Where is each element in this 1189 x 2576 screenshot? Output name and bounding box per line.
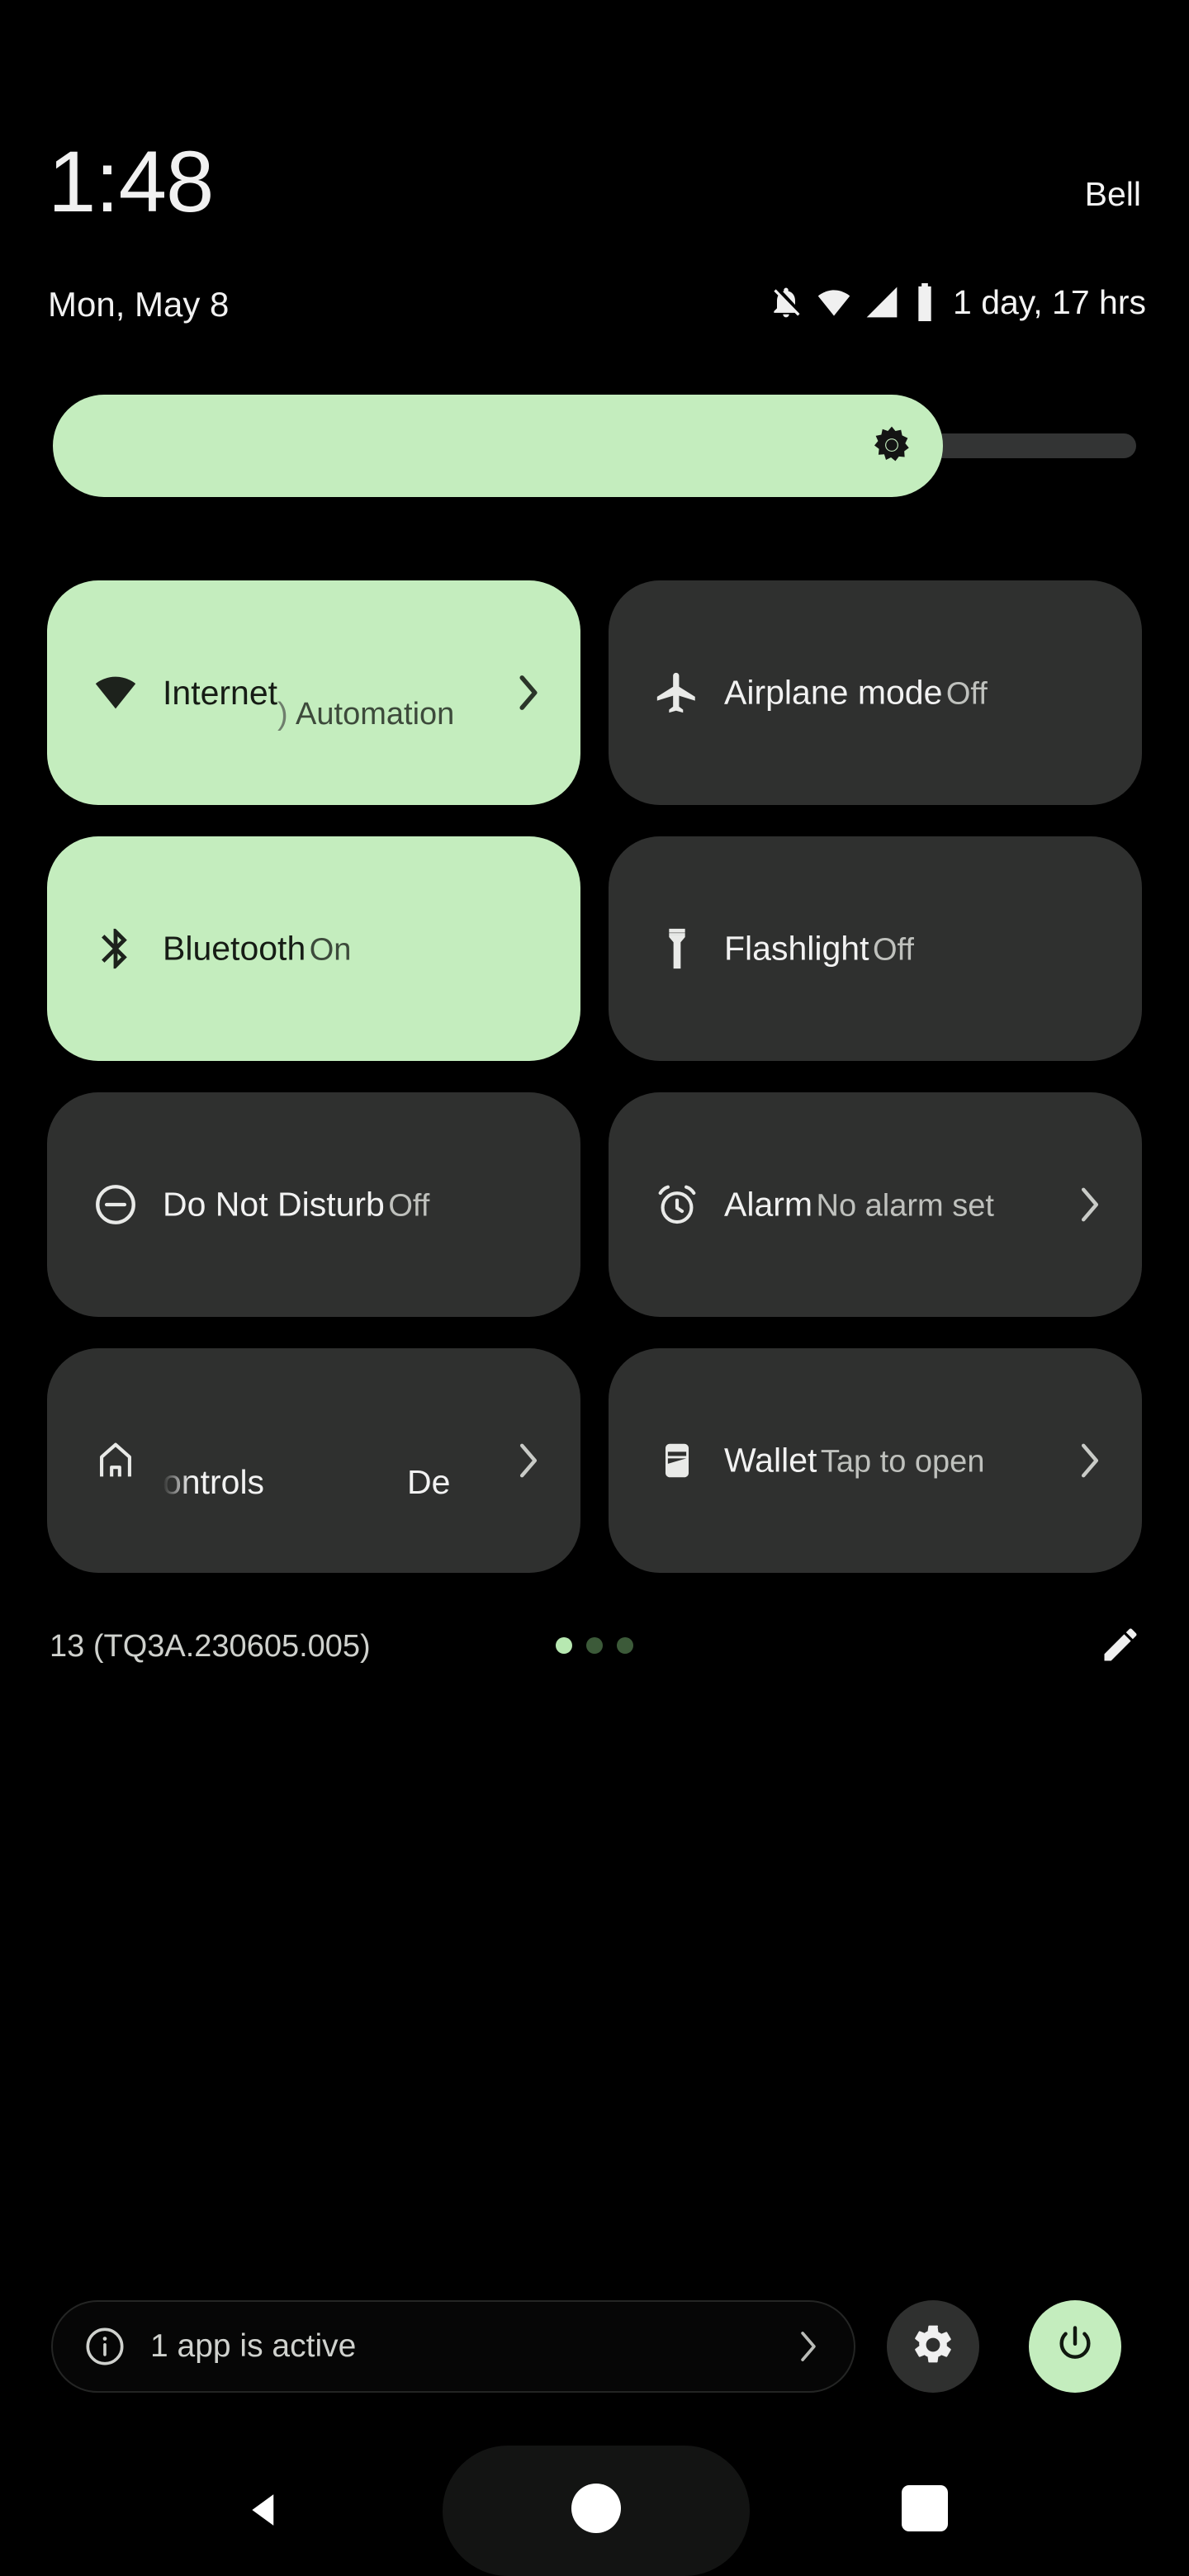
recents-button[interactable] [902,2485,948,2531]
pager-row: 13 (TQ3A.230605.005) [0,1614,1189,1697]
tile-internet-text: Internet ) Automation [163,671,528,732]
active-apps-button[interactable]: 1 app is active [51,2300,855,2393]
status-header: 1:48 Bell Mon, May 8 1 day, 17 hrs [0,0,1189,363]
wallet-icon [651,1435,703,1486]
tile-wallet-title: Wallet [724,1441,817,1480]
tile-flashlight-text: Flashlight Off [724,927,1089,971]
tile-do-not-disturb-subtitle: Off [388,1188,430,1224]
tile-bluetooth[interactable]: Bluetooth On [47,836,580,1061]
alarm-clock-icon [651,1179,703,1230]
battery-icon [912,283,938,321]
brightness-fill [53,395,943,497]
tile-airplane-mode-title: Airplane mode [724,673,943,712]
cellular-signal-icon [864,284,900,320]
tile-flashlight[interactable]: Flashlight Off [609,836,1142,1061]
tile-bluetooth-text: Bluetooth On [163,927,528,971]
settings-button[interactable] [887,2300,979,2393]
gear-icon [910,2322,956,2372]
tile-internet-title: Internet [163,674,278,712]
tile-do-not-disturb[interactable]: Do Not Disturb Off [47,1092,580,1317]
chevron-right-icon[interactable] [514,671,542,714]
carrier-label: Bell [1084,175,1141,213]
tile-flashlight-title: Flashlight [724,929,869,968]
chevron-right-icon[interactable] [1076,1183,1104,1226]
tile-device-controls[interactable]: ontrols De [47,1348,580,1573]
tile-alarm-text: Alarm No alarm set [724,1183,1089,1227]
edit-pencil-icon [1099,1623,1142,1670]
quick-settings-tile-grid: Internet ) Automation Airplane mode Off [47,580,1142,1573]
wifi-icon [816,284,852,320]
tile-wallet-text: Wallet Tap to open [724,1439,1089,1483]
bluetooth-icon [90,923,141,974]
tile-airplane-mode-text: Airplane mode Off [724,671,1089,715]
tile-bluetooth-subtitle: On [309,932,352,968]
date-label: Mon, May 8 [48,285,230,324]
quick-settings-footer: 1 app is active [0,2300,1189,2396]
tile-bluetooth-title: Bluetooth [163,929,306,968]
home-button[interactable] [571,2484,621,2533]
do-not-disturb-icon [90,1179,141,1230]
info-icon [83,2324,127,2369]
tile-alarm-title: Alarm [724,1185,813,1224]
chevron-right-icon[interactable] [1076,1439,1104,1482]
tile-wallet[interactable]: Wallet Tap to open [609,1348,1142,1573]
chevron-right-icon[interactable] [514,1439,542,1482]
status-icon-tray: 1 day, 17 hrs [768,279,1146,325]
page-dot-3[interactable] [617,1637,633,1654]
power-button[interactable] [1029,2300,1121,2393]
tile-do-not-disturb-title: Do Not Disturb [163,1185,385,1224]
tile-airplane-mode-subtitle: Off [945,676,988,712]
tile-flashlight-subtitle: Off [872,932,914,968]
page-dot-1[interactable] [556,1637,572,1654]
clock-time: 1:48 [48,134,214,230]
home-icon [90,1435,141,1486]
battery-remaining-label: 1 day, 17 hrs [953,282,1146,321]
edit-tiles-button[interactable] [1097,1622,1144,1670]
notifications-off-icon [768,284,804,320]
navigation-bar [0,2444,1189,2576]
airplane-icon [651,667,703,718]
active-apps-label: 1 app is active [150,2328,357,2364]
back-button[interactable] [238,2484,291,2536]
tile-alarm[interactable]: Alarm No alarm set [609,1092,1142,1317]
chevron-right-icon [796,2327,821,2365]
wifi-icon [90,667,141,718]
brightness-icon [869,423,915,469]
tile-do-not-disturb-text: Do Not Disturb Off [163,1183,528,1227]
flashlight-icon [651,923,703,974]
power-icon [1052,2322,1098,2372]
tile-airplane-mode[interactable]: Airplane mode Off [609,580,1142,805]
tile-alarm-subtitle: No alarm set [816,1188,994,1224]
page-dot-2[interactable] [586,1637,603,1654]
page-indicator-dots[interactable] [0,1637,1189,1654]
tile-wallet-subtitle: Tap to open [820,1444,985,1480]
tile-internet[interactable]: Internet ) Automation [47,580,580,805]
brightness-slider[interactable] [53,395,1136,497]
